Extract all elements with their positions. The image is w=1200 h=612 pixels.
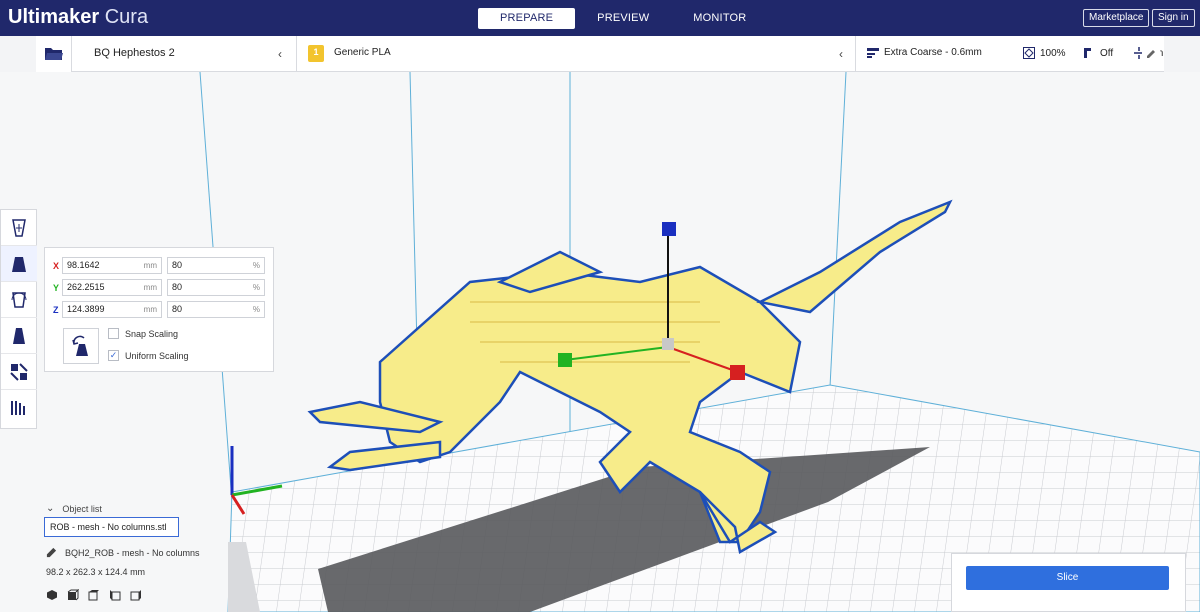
material-name: Generic PLA [334,47,391,58]
extruder-badge: 1 [308,45,324,62]
scale-tool-button[interactable] [1,246,37,282]
gizmo-center-handle [662,338,674,350]
chevron-down-icon: ⌄ [46,503,55,514]
reset-scale-icon [72,335,88,356]
uniform-scaling-row[interactable]: ✓ Uniform Scaling [108,350,189,361]
support-blocker-button[interactable] [1,390,37,426]
y-axis-label: Y [53,283,60,293]
app-title-bold: Ultimaker [8,6,100,28]
gizmo-x-handle [730,365,745,380]
top-view-icon[interactable] [88,589,100,601]
x-mm-input[interactable]: 98.1642 mm [62,257,162,274]
tab-preview[interactable]: PREVIEW [575,8,671,29]
object-list-header: Object list [62,503,102,514]
printer-selector[interactable]: BQ Hephestos 2 ‹ [72,36,297,72]
z-percent-unit: % [252,305,260,314]
profile-name: Extra Coarse - 0.6mm [884,47,982,58]
object-name-row[interactable]: BQH2_ROB - mesh - No columns [46,547,200,558]
object-dimensions: 98.2 x 262.3 x 124.4 mm [46,567,146,577]
x-mm-unit: mm [143,261,157,270]
support-icon [1084,48,1091,58]
tool-strip [0,209,37,429]
per-model-settings-icon [10,362,28,381]
profile-item: Extra Coarse - 0.6mm [867,47,982,58]
stage-tabs: PREPARE PREVIEW MONITOR [478,8,768,29]
z-percent-input[interactable]: 80 % [167,301,265,318]
infill-item: 100% [1023,47,1066,59]
right-view-icon[interactable] [130,589,142,601]
tab-monitor[interactable]: MONITOR [671,8,768,29]
scale-tool-icon [12,256,26,272]
open-file-button[interactable] [36,36,72,72]
snap-scaling-row[interactable]: Snap Scaling [108,328,178,339]
snap-scaling-checkbox[interactable] [108,328,119,339]
uniform-scaling-label: Uniform Scaling [125,350,189,361]
z-mm-value: 124.3899 [67,304,105,314]
reset-scale-button[interactable] [63,328,99,364]
object-name: BQH2_ROB - mesh - No columns [65,547,200,558]
folder-icon [44,48,63,60]
y-percent-unit: % [252,283,260,292]
object-list-item[interactable]: ROB - mesh - No columns.stl [44,517,179,537]
y-mm-input[interactable]: 262.2515 mm [62,279,162,296]
mirror-tool-icon [13,327,25,344]
z-axis-label: Z [53,305,59,315]
app-title-light: Cura [104,6,149,28]
support-blocker-icon [11,401,25,415]
chevron-left-icon: ‹ [839,47,843,61]
y-mm-unit: mm [143,283,157,292]
z-mm-input[interactable]: 124.3899 mm [62,301,162,318]
marketplace-button[interactable]: Marketplace [1083,9,1150,27]
volume-edge-line [829,72,847,388]
infill-icon [1023,47,1035,59]
object-list-toggle[interactable]: ⌄ Object list [46,503,102,514]
printer-name: BQ Hephestos 2 [94,47,175,59]
support-item: Off [1083,47,1113,59]
view-orientation-buttons [46,589,142,601]
slice-button[interactable]: Slice [966,566,1169,590]
uniform-scaling-checkbox[interactable]: ✓ [108,350,119,361]
print-settings-selector[interactable]: Extra Coarse - 0.6mm 100% Off On [857,36,1164,72]
x-axis-label: X [53,261,60,271]
front-view-icon[interactable] [67,589,79,601]
chevron-left-icon: ‹ [278,47,282,61]
z-percent-value: 80 [172,304,183,314]
move-tool-icon [12,218,26,237]
app-logo: Ultimaker Cura [8,6,148,29]
x-percent-input[interactable]: 80 % [167,257,265,274]
rotate-tool-button[interactable] [1,282,37,318]
y-percent-value: 80 [172,282,183,292]
move-tool-button[interactable] [1,210,37,246]
profile-icon [867,47,879,58]
3d-view-icon[interactable] [46,589,58,601]
rotate-tool-icon [11,291,27,308]
pencil-icon [46,547,57,558]
gizmo-y-handle [558,353,572,367]
per-model-settings-button[interactable] [1,354,37,390]
y-percent-input[interactable]: 80 % [167,279,265,296]
x-percent-value: 80 [172,260,183,270]
config-header: BQ Hephestos 2 ‹ 1 Generic PLA ‹ Extra C… [36,36,1164,72]
x-mm-value: 98.1642 [67,260,100,270]
edit-settings-button[interactable] [1142,45,1160,63]
pencil-icon [1147,50,1155,58]
y-mm-value: 262.2515 [67,282,105,292]
z-mm-unit: mm [143,305,157,314]
x-percent-unit: % [252,261,260,270]
slice-panel: Slice [951,553,1186,612]
mirror-tool-button[interactable] [1,318,37,354]
snap-scaling-label: Snap Scaling [125,328,179,339]
gizmo-z-handle [662,222,676,236]
support-value: Off [1100,47,1114,59]
tab-prepare[interactable]: PREPARE [478,8,576,29]
sign-in-button[interactable]: Sign in [1152,9,1195,27]
infill-value: 100% [1040,47,1066,59]
left-view-icon[interactable] [109,589,121,601]
scale-panel: X 98.1642 mm 80 % Y 262.2515 mm 80 % Z 1… [44,247,274,372]
top-bar: Ultimaker Cura PREPARE PREVIEW MONITOR M… [0,0,1200,36]
material-selector[interactable]: 1 Generic PLA ‹ [298,36,856,72]
